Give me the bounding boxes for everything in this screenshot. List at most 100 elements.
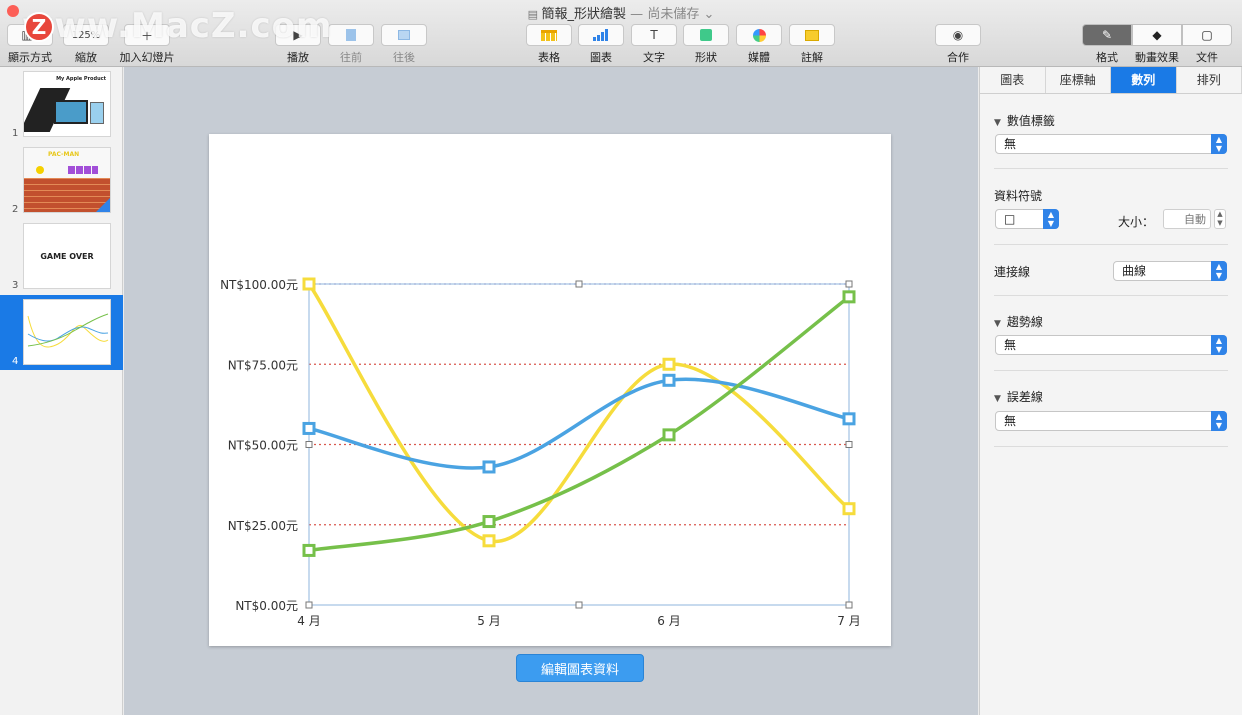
y-tick-label: NT$0.00元 xyxy=(235,599,298,613)
ghost-icons xyxy=(68,166,98,174)
comment-icon xyxy=(789,24,835,46)
divider xyxy=(994,295,1228,296)
collaborate-button[interactable]: ◉ 合作 xyxy=(930,24,986,65)
media-icon xyxy=(736,24,782,46)
updown-chevron-icon: ▲ ▼ xyxy=(1211,411,1227,431)
selection-handle xyxy=(845,441,853,448)
chart-button[interactable]: 圖表 xyxy=(573,24,629,65)
selection-handle xyxy=(305,441,313,448)
tab-chart[interactable]: 圖表 xyxy=(980,67,1046,93)
slide-preview-title: PAC-MAN xyxy=(48,151,80,158)
error-bars-popup[interactable]: 無 ▲ ▼ xyxy=(995,411,1227,431)
slide-number: 2 xyxy=(12,204,19,215)
title-separator: — xyxy=(626,7,648,22)
animate-diamond-icon[interactable]: ◆ xyxy=(1132,24,1182,46)
shape-label: 形狀 xyxy=(695,51,717,64)
x-tick-label: 4 月 xyxy=(297,614,320,628)
shape-button[interactable]: 形狀 xyxy=(678,24,734,65)
error-bars-section: ▼ 誤差線 xyxy=(994,388,1228,405)
value-labels-section: ▼ 數值標籤 xyxy=(994,112,1228,129)
chevron-down-icon[interactable]: ⌄ xyxy=(699,7,714,22)
device-image xyxy=(54,100,88,124)
slide-thumbnail-3[interactable]: GAME OVER 3 xyxy=(0,219,123,294)
tab-axis[interactable]: 座標軸 xyxy=(1046,67,1111,93)
data-point-marker xyxy=(662,428,676,442)
comment-button[interactable]: 註解 xyxy=(784,24,840,65)
format-label[interactable]: 格式 xyxy=(1082,49,1132,65)
save-status: 尚未儲存 xyxy=(647,7,700,22)
slide[interactable]: NT$0.00元 NT$25.00元 NT$50.00元 NT$75.00元 NT$10… xyxy=(209,134,891,646)
table-label: 表格 xyxy=(538,51,560,64)
symbol-size-stepper[interactable]: ▲ ▼ xyxy=(1214,209,1226,229)
data-point-marker xyxy=(482,534,496,548)
slide-thumbnail-4[interactable]: 4 xyxy=(0,295,123,370)
line-chart[interactable]: NT$0.00元 NT$25.00元 NT$50.00元 NT$75.00元 NT$10… xyxy=(209,134,891,646)
disclosure-triangle-icon[interactable]: ▼ xyxy=(994,118,1001,128)
format-paintbrush-icon[interactable]: ✎ xyxy=(1082,24,1132,46)
x-tick-label: 5 月 xyxy=(477,614,500,628)
error-bars-heading[interactable]: ▼ 誤差線 xyxy=(994,388,1228,405)
divider xyxy=(994,370,1228,371)
trendline-heading[interactable]: ▼ 趨勢線 xyxy=(994,313,1228,330)
document-icon[interactable]: ▢ xyxy=(1182,24,1232,46)
data-point-marker xyxy=(302,543,316,557)
popup-value: 無 xyxy=(1004,414,1017,428)
format-inspector: 圖表 座標軸 數列 排列 ▼ 數值標籤 無 ▲▼ 資料符號 □ ▲▼ 大小： ▲▼… xyxy=(979,67,1242,715)
chart-icon xyxy=(578,24,624,46)
transition-indicator-icon xyxy=(96,198,110,212)
play-label: 播放 xyxy=(287,51,309,64)
symbol-size-field[interactable] xyxy=(1163,209,1211,229)
slide-navigator: My Apple Product 1 PAC-MAN 2 GAME OVER 3 xyxy=(0,67,123,715)
media-button[interactable]: 媒體 xyxy=(731,24,787,65)
disclosure-triangle-icon[interactable]: ▼ xyxy=(994,319,1001,329)
slide-number: 1 xyxy=(12,128,19,139)
send-backward-button[interactable]: 往後 xyxy=(376,24,432,65)
slide-number: 4 xyxy=(12,356,19,367)
device-image xyxy=(90,102,104,124)
table-button[interactable]: 表格 xyxy=(521,24,577,65)
text-label: 文字 xyxy=(643,51,665,64)
updown-chevron-icon: ▲ ▼ xyxy=(1043,209,1059,229)
value-labels-heading[interactable]: ▼ 數值標籤 xyxy=(994,112,1228,129)
popup-value: 曲線 xyxy=(1122,264,1147,278)
data-point-marker xyxy=(662,357,676,371)
updown-chevron-icon: ▲ ▼ xyxy=(1211,261,1227,281)
data-symbol-popup[interactable]: □ ▲ ▼ xyxy=(995,209,1059,229)
connect-lines-popup[interactable]: 曲線 ▲ ▼ xyxy=(1113,261,1227,281)
disclosure-triangle-icon[interactable]: ▼ xyxy=(994,394,1001,404)
view-label: 顯示方式 xyxy=(8,51,52,64)
comment-label: 註解 xyxy=(801,51,823,64)
slide-thumbnail-2[interactable]: PAC-MAN 2 xyxy=(0,143,123,218)
media-label: 媒體 xyxy=(748,51,770,64)
divider xyxy=(994,244,1228,245)
chart-label: 圖表 xyxy=(590,51,612,64)
document-label[interactable]: 文件 xyxy=(1182,49,1232,65)
value-labels-popup[interactable]: 無 ▲ ▼ xyxy=(995,134,1227,154)
slide-thumbnail-1[interactable]: My Apple Product 1 xyxy=(0,67,123,142)
tab-arrange[interactable]: 排列 xyxy=(1177,67,1242,93)
data-point-marker xyxy=(842,290,856,304)
send-backward-icon xyxy=(381,24,427,46)
series-line xyxy=(307,282,851,544)
watermark-text: www.MacZ.com xyxy=(22,6,333,46)
value-labels-title: 數值標籤 xyxy=(1006,114,1055,128)
tab-series[interactable]: 數列 xyxy=(1111,67,1177,93)
text-button[interactable]: T 文字 xyxy=(626,24,682,65)
data-point-marker xyxy=(842,502,856,516)
inspector-tabs: 圖表 座標軸 數列 排列 xyxy=(980,67,1242,94)
document-icon: ▤ xyxy=(527,8,542,21)
slide-preview xyxy=(23,299,111,365)
document-name[interactable]: 簡報_形狀繪製 xyxy=(542,7,627,22)
animate-label[interactable]: 動畫效果 xyxy=(1132,49,1182,65)
error-bars-title: 誤差線 xyxy=(1006,390,1043,404)
slide-number: 3 xyxy=(12,280,19,291)
slide-canvas: NT$0.00元 NT$25.00元 NT$50.00元 NT$75.00元 NT$10… xyxy=(124,67,978,715)
x-tick-label: 6 月 xyxy=(657,614,680,628)
updown-chevron-icon: ▲ ▼ xyxy=(1211,134,1227,154)
selection-handle xyxy=(575,280,583,288)
mini-chart-preview xyxy=(27,313,109,348)
keynote-window: ▤ 簡報_形狀繪製 — 尚未儲存 ⌄ ▥▾ 顯示方式 125% 縮放 ＋ 加入幻… xyxy=(0,0,1242,715)
data-point-marker xyxy=(302,277,316,291)
trendline-popup[interactable]: 無 ▲ ▼ xyxy=(995,335,1227,355)
edit-chart-data-button[interactable]: 編輯圖表資料 xyxy=(516,654,644,682)
